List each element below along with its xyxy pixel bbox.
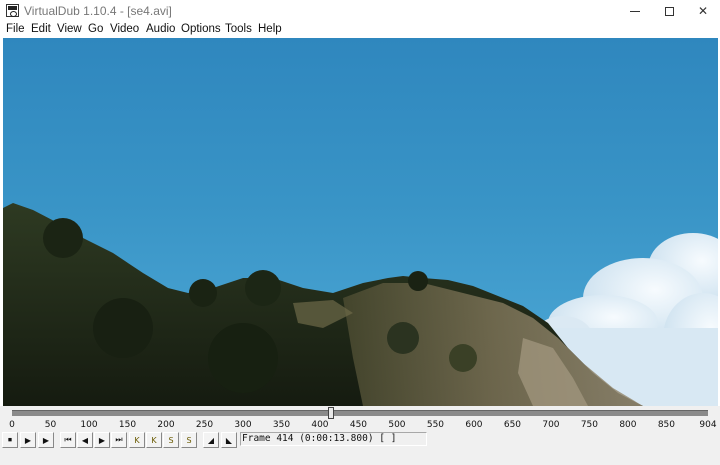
video-frame-image [3, 203, 718, 406]
playback-toolbar: ⏹ ▶ ▶ ⏮ ◀ ▶ ⏭ K K S S ◢ ◣ Frame 414 (0:00:13.800) [ … [0, 430, 720, 465]
close-icon: ✕ [697, 4, 709, 18]
video-preview-pane [3, 38, 718, 406]
prev-keyframe-button[interactable]: K [129, 432, 145, 448]
prev-frame-button[interactable]: ◀ [77, 432, 93, 448]
frame-status-text: Frame 414 (0:00:13.800) [ ] [242, 433, 397, 444]
maximize-icon [664, 6, 674, 16]
maximize-button[interactable] [652, 0, 686, 22]
menu-edit[interactable]: Edit [31, 23, 51, 35]
prev-scene-button[interactable]: S [163, 432, 179, 448]
timeline-tick-label: 100 [80, 420, 98, 430]
timeline-thumb[interactable] [327, 407, 334, 419]
timeline-tick-label: 700 [542, 420, 560, 430]
timeline-tick-label: 904 [699, 420, 717, 430]
title-bar: VirtualDub 1.10.4 - [se4.avi] ✕ [0, 0, 720, 22]
timeline-tick-label: 0 [9, 420, 15, 430]
close-button[interactable]: ✕ [686, 0, 720, 22]
prev-frame-icon: ◀ [81, 435, 89, 445]
prev-scene-icon: S [168, 435, 174, 445]
hill-shape [3, 203, 643, 406]
timeline-tick-label: 650 [503, 420, 522, 430]
mark-in-button[interactable]: ◢ [203, 432, 219, 448]
menu-view[interactable]: View [57, 23, 82, 35]
go-end-icon: ⏭ [115, 435, 123, 444]
timeline-tick-label: 550 [426, 420, 445, 430]
menu-bar: File Edit View Go Video Audio Options To… [0, 22, 720, 38]
timeline-tick-label: 450 [349, 420, 368, 430]
stop-icon: ⏹ [8, 435, 12, 444]
timeline-tick-label: 250 [195, 420, 214, 430]
next-scene-icon: S [186, 435, 192, 445]
timeline-tick-label: 500 [388, 420, 406, 430]
stop-button[interactable]: ⏹ [2, 432, 18, 448]
go-start-icon: ⏮ [64, 435, 72, 444]
prev-keyframe-icon: K [134, 435, 140, 445]
play-output-icon: ▶ [42, 435, 50, 445]
timeline-tick-label: 800 [619, 420, 637, 430]
window-title: VirtualDub 1.10.4 - [se4.avi] [24, 4, 172, 18]
minimize-icon [630, 10, 640, 12]
play-input-button[interactable]: ▶ [20, 432, 36, 448]
timeline-tick-label: 400 [311, 420, 329, 430]
menu-file[interactable]: File [6, 23, 25, 35]
menu-go[interactable]: Go [88, 23, 103, 35]
go-start-button[interactable]: ⏮ [60, 432, 76, 448]
go-end-button[interactable]: ⏭ [111, 432, 127, 448]
virtualdub-app-icon[interactable] [6, 4, 19, 17]
timeline-tick-label: 600 [465, 420, 483, 430]
play-output-button[interactable]: ▶ [38, 432, 54, 448]
mark-out-button[interactable]: ◣ [221, 432, 237, 448]
next-keyframe-button[interactable]: K [146, 432, 162, 448]
timeline-track[interactable] [12, 410, 708, 416]
timeline-tick-label: 750 [580, 420, 599, 430]
next-frame-button[interactable]: ▶ [94, 432, 110, 448]
timeline-slider[interactable]: 0 50 100 150 200 250 300 350 400 450 500 550 600 650 7… [0, 406, 720, 430]
next-scene-button[interactable]: S [181, 432, 197, 448]
timeline-tick-label: 150 [118, 420, 137, 430]
timeline-tick-label: 50 [44, 420, 57, 430]
mark-out-icon: ◣ [225, 435, 233, 445]
timeline-tick-label: 300 [234, 420, 252, 430]
mark-in-icon: ◢ [207, 435, 215, 445]
next-keyframe-icon: K [151, 435, 157, 445]
timeline-tick-label: 850 [657, 420, 676, 430]
menu-tools[interactable]: Tools [225, 23, 252, 35]
minimize-button[interactable] [618, 0, 652, 22]
menu-options[interactable]: Options [181, 23, 221, 35]
timeline-tick-label: 350 [272, 420, 291, 430]
play-input-icon: ▶ [24, 435, 32, 445]
next-frame-icon: ▶ [98, 435, 106, 445]
menu-video[interactable]: Video [110, 23, 139, 35]
menu-audio[interactable]: Audio [146, 23, 175, 35]
timeline-tick-label: 200 [157, 420, 175, 430]
menu-help[interactable]: Help [258, 23, 282, 35]
